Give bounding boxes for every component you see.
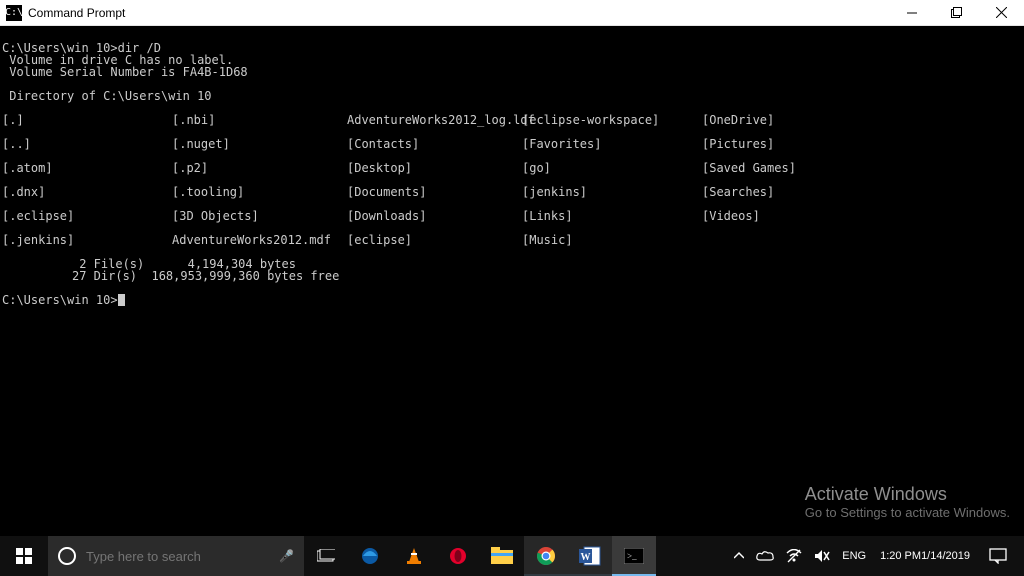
console-output[interactable]: C:\Users\win 10>dir /D Volume in drive C…: [0, 26, 1024, 536]
taskbar-app-chrome[interactable]: [524, 536, 568, 576]
summary-dirs: 27 Dir(s) 168,953,999,360 bytes free: [2, 269, 339, 283]
search-input[interactable]: [86, 549, 279, 564]
taskbar-app-edge[interactable]: [348, 536, 392, 576]
tray-network-icon[interactable]: [780, 536, 808, 576]
svg-text:>_: >_: [627, 551, 637, 561]
show-desktop-button[interactable]: [1018, 536, 1024, 576]
dir-row: [.jenkins]AdventureWorks2012.mdf[eclipse…: [2, 234, 1022, 246]
activate-subtitle: Go to Settings to activate Windows.: [805, 505, 1010, 520]
taskbar-app-opera[interactable]: [436, 536, 480, 576]
serial-line: Volume Serial Number is FA4B-1D68: [2, 65, 248, 79]
taskbar-app-cmd[interactable]: >_: [612, 536, 656, 576]
tray-date: 1/14/2019: [921, 550, 970, 563]
dir-row: [.][.nbi]AdventureWorks2012_log.ldf[ecli…: [2, 114, 1022, 126]
dir-row: [.eclipse][3D Objects][Downloads][Links]…: [2, 210, 1022, 222]
tray-language[interactable]: ENG: [836, 536, 872, 576]
taskbar-app-word[interactable]: W: [568, 536, 612, 576]
svg-text:W: W: [581, 552, 591, 563]
next-prompt: C:\Users\win 10>: [2, 293, 125, 307]
activate-title: Activate Windows: [805, 484, 1010, 505]
start-button[interactable]: [0, 536, 48, 576]
minimize-button[interactable]: [889, 0, 934, 26]
search-box[interactable]: 🎤: [48, 536, 304, 576]
tray-volume-icon[interactable]: [808, 536, 836, 576]
cortana-icon: [58, 547, 76, 565]
window-title: Command Prompt: [28, 6, 125, 20]
tray-clock[interactable]: 1:20 PM 1/14/2019: [872, 536, 978, 576]
action-center-button[interactable]: [978, 536, 1018, 576]
tray-time: 1:20 PM: [880, 550, 921, 563]
task-view-button[interactable]: [304, 536, 348, 576]
close-button[interactable]: [979, 0, 1024, 26]
dir-row: [..][.nuget][Contacts][Favorites][Pictur…: [2, 138, 1022, 150]
cmd-icon: C:\: [6, 5, 22, 21]
tray-overflow-button[interactable]: [728, 536, 750, 576]
taskbar-app-file-explorer[interactable]: [480, 536, 524, 576]
dir-row: [.dnx][.tooling][Documents][jenkins][Sea…: [2, 186, 1022, 198]
cursor: [118, 294, 125, 306]
titlebar: C:\ Command Prompt: [0, 0, 1024, 26]
system-tray: ENG 1:20 PM 1/14/2019: [728, 536, 1024, 576]
mic-icon[interactable]: 🎤: [279, 549, 294, 563]
dir-row: [.atom][.p2][Desktop][go][Saved Games]: [2, 162, 1022, 174]
taskbar-app-vlc[interactable]: [392, 536, 436, 576]
activate-windows-watermark: Activate Windows Go to Settings to activ…: [805, 484, 1010, 520]
taskbar: 🎤 W >_ ENG 1:20 PM: [0, 536, 1024, 576]
dirof-line: Directory of C:\Users\win 10: [2, 89, 212, 103]
tray-onedrive-icon[interactable]: [750, 536, 780, 576]
maximize-button[interactable]: [934, 0, 979, 26]
